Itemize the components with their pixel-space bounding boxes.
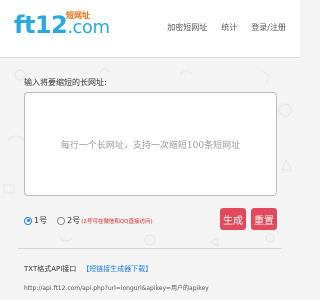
nav-item-encrypted-url[interactable]: 加密短网址 <box>167 22 207 33</box>
logo-text: ft12.com <box>14 11 110 39</box>
nav-item-login-register[interactable]: 登录/注册 <box>251 22 286 33</box>
api-url: http://api.ft12.com/api.php?url=longurl&… <box>24 285 209 292</box>
reset-button[interactable]: 重置 <box>251 208 277 230</box>
radio-2-indicator[interactable] <box>57 216 66 225</box>
download-generator-link[interactable]: 【短链接生成器下载】 <box>82 264 152 274</box>
generate-button[interactable]: 生成 <box>220 208 246 230</box>
server-option-group: 1号 2号 (2号可在微信和QQ直接访问) <box>24 215 163 226</box>
server-option-2[interactable]: 2号 (2号可在微信和QQ直接访问) <box>57 215 153 226</box>
server-option-1[interactable]: 1号 <box>24 215 47 226</box>
nav-item-stats[interactable]: 统计 <box>221 22 237 33</box>
radio-1-indicator[interactable] <box>24 216 32 225</box>
url-input-prompt: 输入将要缩短的长网址: <box>24 78 107 87</box>
long-url-textarea[interactable]: 每行一个长网址，支持一次缩短100条短网址 <box>24 92 277 196</box>
section-divider <box>18 248 282 249</box>
radio-1-label: 1号 <box>34 216 48 225</box>
top-nav: 加密短网址 统计 登录/注册 <box>167 22 286 33</box>
site-header: ft12.com 短网址 加密短网址 统计 登录/注册 <box>0 0 300 58</box>
radio-2-label: 2号 <box>67 216 81 225</box>
logo-badge: 短网址 <box>66 11 90 20</box>
site-logo[interactable]: ft12.com 短网址 <box>14 11 110 39</box>
radio-2-note: (2号可在微信和QQ直接访问) <box>81 218 153 225</box>
textarea-placeholder: 每行一个长网址，支持一次缩短100条短网址 <box>60 140 241 151</box>
api-label: TXT格式API接口 <box>24 265 77 273</box>
api-section: TXT格式API接口 【短链接生成器下载】 <box>24 264 152 274</box>
